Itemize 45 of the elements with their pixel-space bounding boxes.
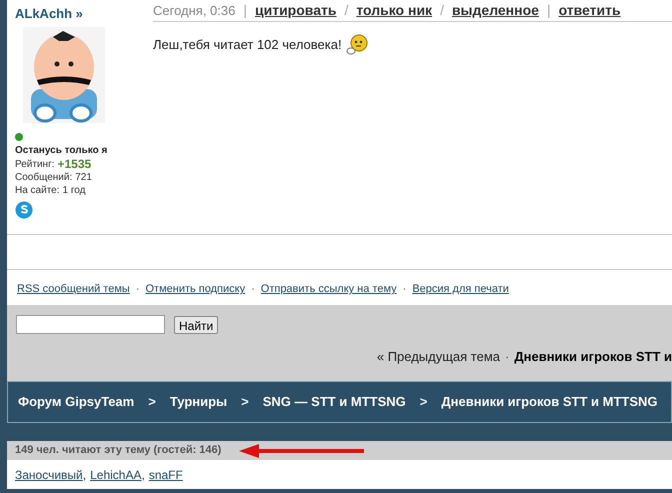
comma: , (82, 466, 86, 484)
readers-count: 149 чел. читают эту тему (гостей: 146) (15, 443, 222, 458)
separator-dot: · (505, 348, 510, 366)
stat-label: Рейтинг: (15, 158, 54, 170)
current-topic-link[interactable]: Дневники игроков STT и (514, 347, 672, 366)
topic-link[interactable]: RSS сообщений темы (17, 281, 130, 298)
reader-link[interactable]: LehichAA (90, 466, 142, 484)
breadcrumb-link[interactable]: SNG — STT и MTTSNG (262, 392, 406, 412)
user-title: Останусь только я (15, 144, 108, 158)
post-message: Леш,тебя читает 102 человека! (153, 36, 342, 54)
separator-dot: · (251, 282, 255, 297)
separator-dot: · (402, 282, 406, 297)
breadcrumb-link[interactable]: Дневники игроков STT и MTTSNG (441, 392, 658, 412)
topic-link[interactable]: Отменить подписку (145, 281, 246, 298)
skype-icon[interactable] (15, 200, 33, 218)
author-link[interactable]: ALkAchh » (15, 4, 145, 24)
smiley-icon (346, 34, 368, 56)
breadcrumb-separator: > (148, 393, 156, 412)
breadcrumb-link[interactable]: Турниры (170, 392, 228, 412)
post-action-link[interactable]: ответить (558, 0, 621, 21)
separator-dot: · (136, 282, 140, 297)
search-button[interactable]: Найти (174, 316, 218, 334)
separator: | (546, 1, 551, 20)
stat-value: 1 год (62, 184, 86, 196)
topic-link[interactable]: Версия для печати (412, 281, 509, 298)
separator: / (344, 1, 348, 20)
reader-link[interactable]: Заносчивый (15, 466, 83, 484)
stat-value: +1535 (58, 158, 92, 170)
stat-value: 721 (75, 170, 92, 184)
breadcrumb-separator: > (420, 393, 428, 412)
stat-label: Сообщений: (15, 170, 72, 184)
separator: / (440, 1, 444, 20)
post-date: Сегодня, 0:36 (153, 2, 236, 20)
post-action-link[interactable]: выделенное (452, 0, 539, 21)
breadcrumb-link[interactable]: Форум GipsyTeam (18, 392, 134, 412)
breadcrumb-separator: > (241, 393, 249, 412)
stat-label: На сайте: (15, 184, 60, 196)
reader-link[interactable]: snaFF (148, 466, 183, 484)
topic-link[interactable]: Отправить ссылку на тему (260, 281, 397, 298)
search-field[interactable] (16, 315, 165, 334)
previous-topic-link[interactable]: « Предыдущая тема (376, 347, 500, 366)
separator: | (243, 1, 247, 20)
comma: , (141, 466, 145, 484)
post-action-link[interactable]: цитировать (255, 0, 336, 21)
post-action-link[interactable]: только ник (356, 0, 432, 21)
